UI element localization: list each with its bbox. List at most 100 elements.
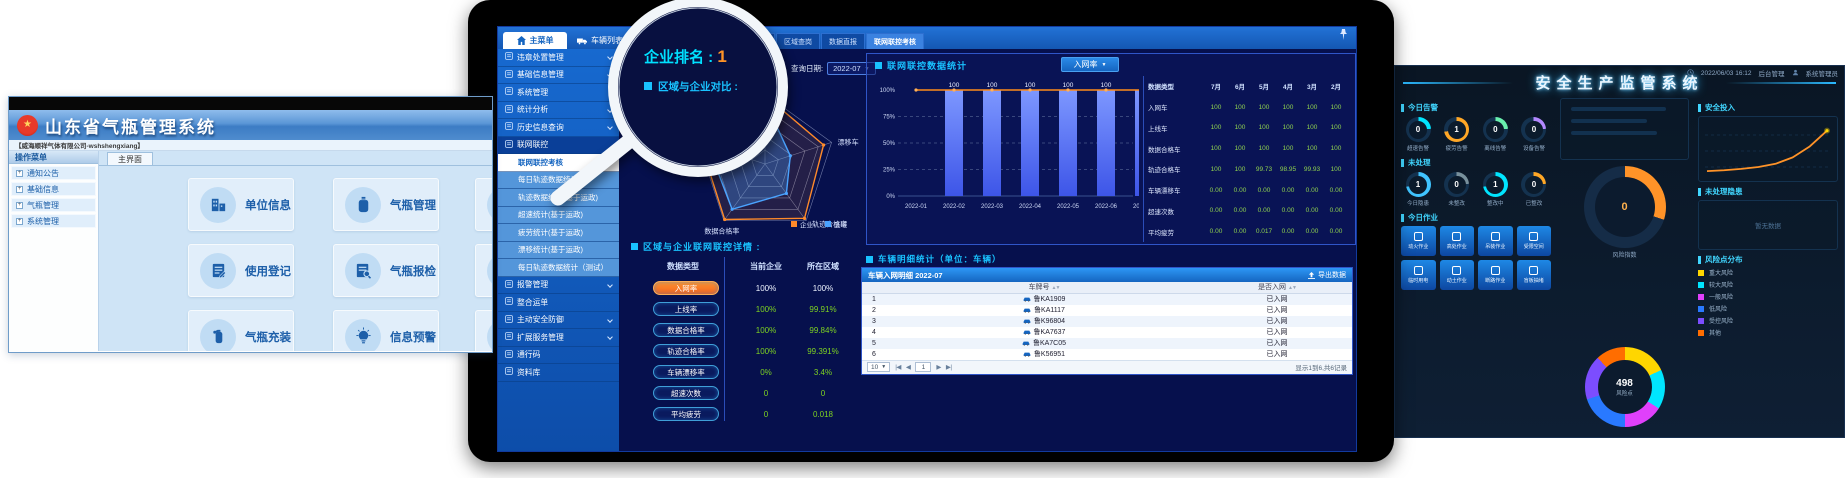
expand-icon[interactable]: +: [16, 218, 23, 225]
invest-line-chart: [1698, 116, 1838, 182]
page-tab-2[interactable]: 数据直报: [821, 33, 865, 49]
region-value: 0.018: [813, 410, 833, 419]
datetime-label: 2022/06/03 16:12: [1701, 70, 1752, 77]
col-plate[interactable]: 车牌号 ▲▼: [886, 282, 1202, 292]
ring-label: 整改中: [1487, 199, 1504, 207]
page-tab-1[interactable]: 区域查岗: [776, 33, 820, 49]
page-tab-0[interactable]: 车辆列表: [731, 33, 775, 49]
bar-x-label: 2022-05: [1057, 204, 1080, 210]
expand-icon[interactable]: +: [16, 186, 23, 193]
sidebar-item-2[interactable]: + 气瓶管理: [11, 198, 96, 212]
tab-vehicle-list[interactable]: 车辆列表: [567, 32, 633, 49]
table-row[interactable]: 6鲁K56951已入网: [862, 349, 1352, 360]
sidebar-item-14[interactable]: 整合运单: [498, 294, 619, 312]
card-inspect[interactable]: 气瓶报检: [333, 244, 439, 297]
row-index: 4: [862, 329, 886, 336]
card-alert[interactable]: 信息预警: [333, 310, 439, 351]
page-number-input[interactable]: 1: [915, 362, 931, 372]
card-cylinder[interactable]: 气瓶管理: [333, 178, 439, 231]
export-icon: [1308, 272, 1315, 279]
detail-col-header: 数据类型: [667, 261, 699, 272]
card-filling[interactable]: 气瓶充装: [188, 310, 294, 351]
sidebar-item-6[interactable]: 联网联控考核: [498, 154, 619, 172]
metric-button-0[interactable]: 入网率: [653, 281, 719, 295]
work-tile-7[interactable]: 盲板抽堵: [1517, 260, 1552, 290]
work-tile-3[interactable]: 受限空间: [1517, 226, 1552, 256]
sidebar-item-12[interactable]: 每日轨迹数据统计（测试）: [498, 259, 619, 277]
metric-button-4[interactable]: 车辆漂移率: [653, 365, 719, 379]
ring-value: 0: [1532, 180, 1536, 189]
work-tile-6[interactable]: 断路作业: [1478, 260, 1513, 290]
card-register[interactable]: 使用登记: [188, 244, 294, 297]
sidebar-item-3[interactable]: 统计分析: [498, 102, 619, 120]
expand-icon[interactable]: +: [16, 170, 23, 177]
bar-x-label: 2022-04: [1019, 204, 1042, 210]
page-size-select[interactable]: 10▼: [867, 362, 890, 372]
sidebar-item-3[interactable]: +系统管理: [11, 214, 96, 228]
sidebar-item-9[interactable]: 超速统计(基于运政): [498, 207, 619, 225]
work-tile-4[interactable]: 临时用电: [1401, 260, 1436, 290]
metric-button-2[interactable]: 数据合格率: [653, 323, 719, 337]
vehicle-detail-panel: 车辆明细统计（单位：车辆） 车辆入网明细 2022-07 导出数据: [858, 249, 1357, 379]
sidebar-item-17[interactable]: 通行码: [498, 347, 619, 365]
placeholder-bar: [1571, 131, 1657, 135]
work-tile-0[interactable]: 动火作业: [1401, 226, 1436, 256]
metric-button-3[interactable]: 轨迹合格率: [653, 344, 719, 358]
sidebar-item-8[interactable]: 轨迹数据统计(基于运政): [498, 189, 619, 207]
sidebar-item-0[interactable]: 违章处置管理: [498, 49, 619, 67]
sort-icon[interactable]: ▲▼: [1288, 285, 1296, 291]
sidebar-item-15[interactable]: 主动安全防御: [498, 312, 619, 330]
admin-link[interactable]: 后台管理: [1759, 68, 1785, 78]
work-tile-2[interactable]: 吊装作业: [1478, 226, 1513, 256]
stat-ring: 0: [1483, 117, 1508, 142]
legend-swatch: [1698, 294, 1704, 300]
metric-button-6[interactable]: 平均疲劳: [653, 407, 719, 421]
export-button[interactable]: 导出数据: [1308, 270, 1346, 280]
pushpin-icon[interactable]: [1339, 27, 1348, 45]
card-partial[interactable]: [475, 244, 492, 297]
metric-dropdown[interactable]: 入网率▼: [1061, 57, 1119, 72]
metric-button-1[interactable]: 上线率: [653, 302, 719, 316]
legend-label: 其他: [1709, 328, 1721, 337]
first-page-button[interactable]: |◀: [895, 363, 901, 371]
user-label[interactable]: 系统管理员: [1806, 68, 1839, 78]
ring-value: 1: [1454, 125, 1458, 134]
table-row[interactable]: 5鲁KA7C05已入网: [862, 338, 1352, 349]
last-page-button[interactable]: ▶|: [946, 363, 952, 371]
page-tab-3[interactable]: 联网联控考核: [866, 33, 924, 49]
sidebar-collapse-icon[interactable]: ❮: [633, 35, 641, 46]
sidebar-item-1[interactable]: +基础信息: [11, 182, 96, 196]
table-row[interactable]: 2鲁KA1117已入网: [862, 305, 1352, 316]
expand-icon[interactable]: +: [16, 202, 23, 209]
month-table-row: 超速次数0.000.000.000.000.000.00: [1148, 201, 1351, 222]
sidebar-item-11[interactable]: 漂移统计(基于运政): [498, 242, 619, 260]
table-row[interactable]: 4鲁KA7637已入网: [862, 327, 1352, 338]
sort-icon[interactable]: ▲▼: [1052, 285, 1060, 291]
table-row[interactable]: 3鲁K96804已入网: [862, 316, 1352, 327]
col-status[interactable]: 是否入网 ▲▼: [1202, 282, 1352, 292]
work-tile-1[interactable]: 高处作业: [1440, 226, 1475, 256]
sidebar-item-2[interactable]: 系统管理: [498, 84, 619, 102]
sidebar-item-7[interactable]: 每日轨迹数据统计: [498, 172, 619, 190]
tab-main-menu[interactable]: 主菜单: [503, 32, 567, 49]
card-partial[interactable]: [475, 178, 492, 231]
tab-main-screen[interactable]: 主界面: [107, 152, 153, 165]
card-partial[interactable]: [475, 310, 492, 351]
sidebar-item-0[interactable]: +通知公告: [11, 166, 96, 180]
sidebar-item-13[interactable]: 报警管理: [498, 277, 619, 295]
sidebar-item-5[interactable]: 联网联控: [498, 137, 619, 155]
work-tile-5[interactable]: 动土作业: [1440, 260, 1475, 290]
sidebar-item-1[interactable]: 基础信息管理: [498, 67, 619, 85]
sidebar-item-label: 气瓶管理: [27, 200, 59, 211]
stat-ring-item: 0离线告警: [1478, 117, 1512, 152]
next-page-button[interactable]: ▶: [936, 363, 941, 371]
sidebar-item-4[interactable]: 历史信息查询: [498, 119, 619, 137]
sidebar-item-10[interactable]: 疲劳统计(基于运政): [498, 224, 619, 242]
metric-button-5[interactable]: 超速次数: [653, 386, 719, 400]
card-building[interactable]: 单位信息: [188, 178, 294, 231]
sidebar-item-16[interactable]: 扩展服务管理: [498, 329, 619, 347]
sidebar-item-18[interactable]: 资料库: [498, 364, 619, 382]
prev-page-button[interactable]: ◀: [906, 363, 911, 371]
vehicle-dashboard: 主菜单 车辆列表 ❮ 车辆列表区域查岗数据直报联网联控考核 违章处置管理基础信息…: [497, 26, 1357, 452]
table-row[interactable]: 1鲁KA1909已入网: [862, 294, 1352, 305]
